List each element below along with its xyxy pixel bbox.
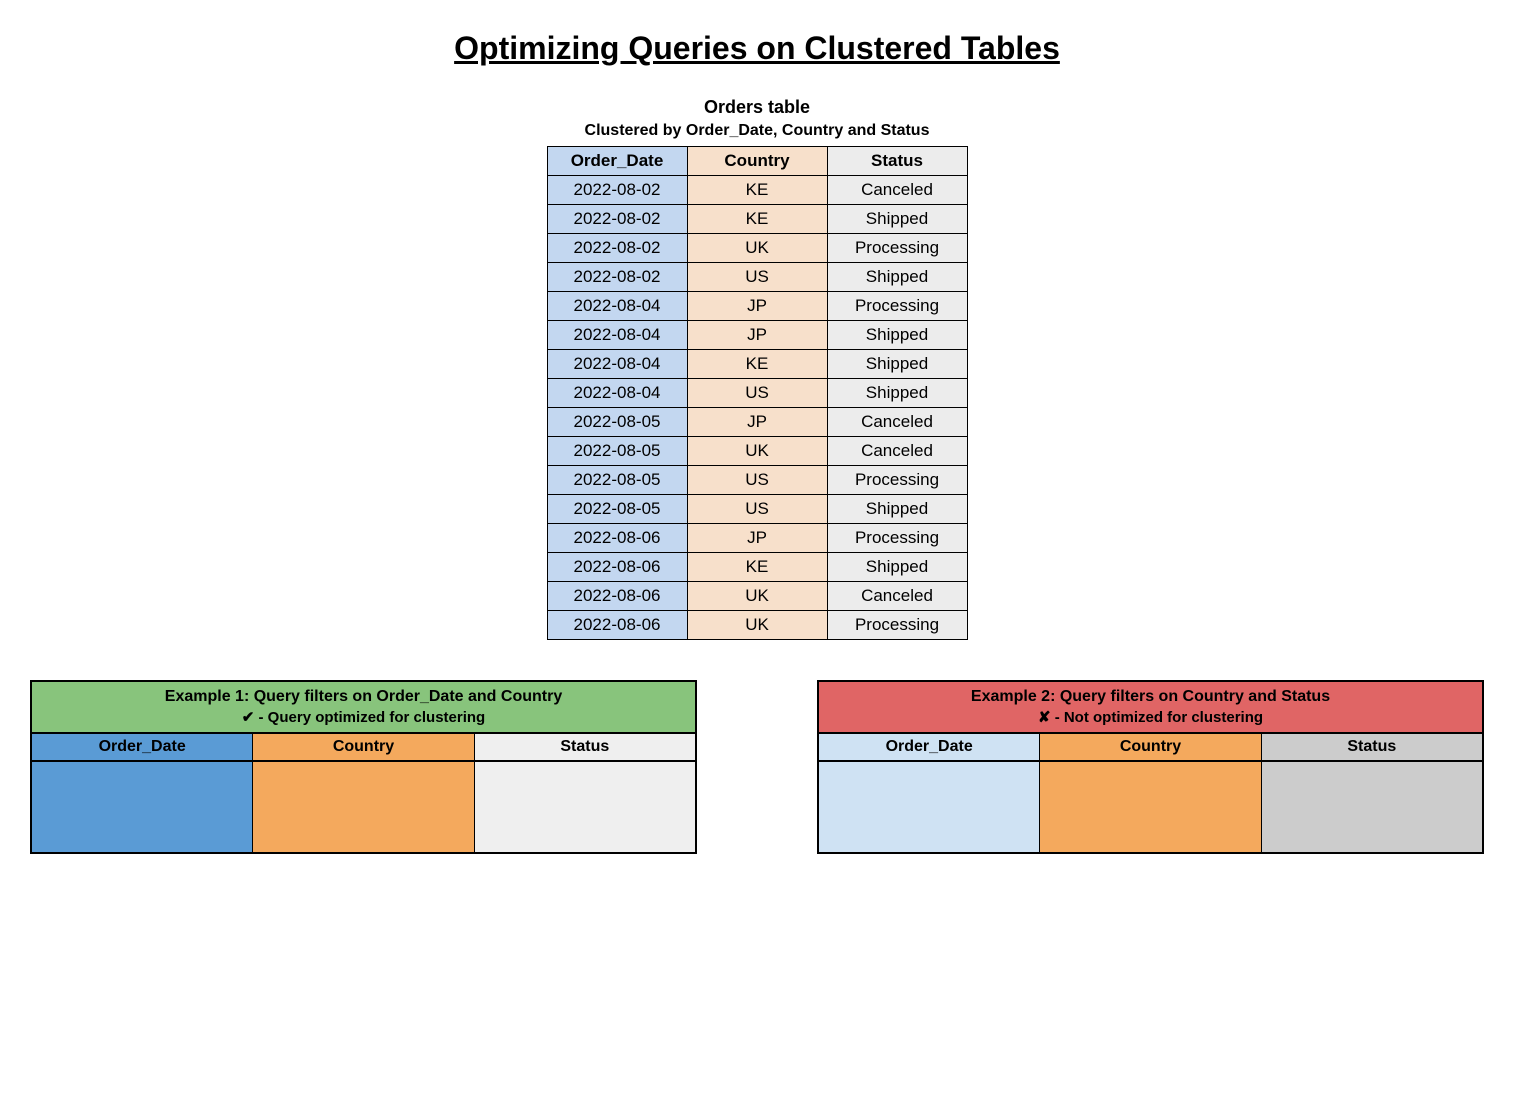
cell-date: 2022-08-06 bbox=[547, 582, 687, 611]
cell-country: UK bbox=[687, 234, 827, 263]
example-2: Example 2: Query filters on Country and … bbox=[817, 680, 1484, 854]
table-row: 2022-08-04KEShipped bbox=[547, 350, 967, 379]
cell-date: 2022-08-04 bbox=[547, 292, 687, 321]
cell-country: JP bbox=[687, 408, 827, 437]
example-2-subtitle: ✘ - Not optimized for clustering bbox=[827, 708, 1474, 726]
example-1-body-country bbox=[253, 762, 474, 852]
example-2-body-date bbox=[819, 762, 1040, 852]
cell-status: Canceled bbox=[827, 176, 967, 205]
orders-table: Order_Date Country Status 2022-08-02KECa… bbox=[547, 146, 968, 640]
cell-date: 2022-08-04 bbox=[547, 321, 687, 350]
example-1-col-country: Country bbox=[253, 734, 474, 760]
cell-country: US bbox=[687, 263, 827, 292]
example-2-col-status: Status bbox=[1262, 734, 1482, 760]
cell-status: Canceled bbox=[827, 437, 967, 466]
cell-country: KE bbox=[687, 205, 827, 234]
cell-country: KE bbox=[687, 176, 827, 205]
cell-country: KE bbox=[687, 350, 827, 379]
cell-date: 2022-08-02 bbox=[547, 205, 687, 234]
cell-status: Shipped bbox=[827, 379, 967, 408]
example-1: Example 1: Query filters on Order_Date a… bbox=[30, 680, 697, 854]
cell-date: 2022-08-06 bbox=[547, 553, 687, 582]
orders-header-date: Order_Date bbox=[547, 147, 687, 176]
cell-date: 2022-08-05 bbox=[547, 466, 687, 495]
cell-status: Processing bbox=[827, 466, 967, 495]
cell-date: 2022-08-02 bbox=[547, 263, 687, 292]
example-1-columns: Order_Date Country Status bbox=[32, 734, 695, 762]
cell-country: JP bbox=[687, 292, 827, 321]
orders-table-subtitle: Clustered by Order_Date, Country and Sta… bbox=[585, 122, 930, 140]
table-row: 2022-08-05JPCanceled bbox=[547, 408, 967, 437]
table-row: 2022-08-02KECanceled bbox=[547, 176, 967, 205]
example-2-col-country: Country bbox=[1040, 734, 1261, 760]
example-2-body bbox=[819, 762, 1482, 852]
cell-date: 2022-08-05 bbox=[547, 408, 687, 437]
example-2-body-country bbox=[1040, 762, 1261, 852]
table-row: 2022-08-05USProcessing bbox=[547, 466, 967, 495]
example-1-body bbox=[32, 762, 695, 852]
orders-header-status: Status bbox=[827, 147, 967, 176]
cell-status: Processing bbox=[827, 292, 967, 321]
example-1-col-status: Status bbox=[475, 734, 695, 760]
cell-status: Shipped bbox=[827, 350, 967, 379]
page-title: Optimizing Queries on Clustered Tables bbox=[30, 30, 1484, 67]
example-1-body-status bbox=[475, 762, 695, 852]
table-row: 2022-08-04JPProcessing bbox=[547, 292, 967, 321]
cell-country: JP bbox=[687, 321, 827, 350]
cell-date: 2022-08-02 bbox=[547, 176, 687, 205]
example-1-title: Example 1: Query filters on Order_Date a… bbox=[40, 688, 687, 706]
example-2-body-status bbox=[1262, 762, 1482, 852]
table-row: 2022-08-06JPProcessing bbox=[547, 524, 967, 553]
orders-table-section: Orders table Clustered by Order_Date, Co… bbox=[30, 97, 1484, 640]
table-row: 2022-08-02USShipped bbox=[547, 263, 967, 292]
cell-country: US bbox=[687, 466, 827, 495]
cell-country: US bbox=[687, 495, 827, 524]
example-1-body-date bbox=[32, 762, 253, 852]
cell-country: JP bbox=[687, 524, 827, 553]
example-2-title: Example 2: Query filters on Country and … bbox=[827, 688, 1474, 706]
cell-status: Processing bbox=[827, 234, 967, 263]
table-row: 2022-08-02KEShipped bbox=[547, 205, 967, 234]
cell-status: Shipped bbox=[827, 553, 967, 582]
cell-status: Shipped bbox=[827, 205, 967, 234]
table-row: 2022-08-05UKCanceled bbox=[547, 437, 967, 466]
cell-date: 2022-08-04 bbox=[547, 379, 687, 408]
example-1-subtitle: ✔ - Query optimized for clustering bbox=[40, 708, 687, 726]
orders-header-country: Country bbox=[687, 147, 827, 176]
orders-table-title: Orders table bbox=[704, 97, 810, 118]
cell-status: Canceled bbox=[827, 582, 967, 611]
cell-country: US bbox=[687, 379, 827, 408]
table-row: 2022-08-02UKProcessing bbox=[547, 234, 967, 263]
table-row: 2022-08-04JPShipped bbox=[547, 321, 967, 350]
cell-status: Shipped bbox=[827, 263, 967, 292]
cell-date: 2022-08-04 bbox=[547, 350, 687, 379]
cell-date: 2022-08-06 bbox=[547, 524, 687, 553]
example-2-header: Example 2: Query filters on Country and … bbox=[819, 682, 1482, 734]
table-row: 2022-08-06UKCanceled bbox=[547, 582, 967, 611]
cell-status: Processing bbox=[827, 524, 967, 553]
example-1-col-date: Order_Date bbox=[32, 734, 253, 760]
table-row: 2022-08-04USShipped bbox=[547, 379, 967, 408]
cell-country: KE bbox=[687, 553, 827, 582]
table-row: 2022-08-06UKProcessing bbox=[547, 611, 967, 640]
cell-date: 2022-08-02 bbox=[547, 234, 687, 263]
table-row: 2022-08-06KEShipped bbox=[547, 553, 967, 582]
cell-status: Shipped bbox=[827, 321, 967, 350]
cell-status: Canceled bbox=[827, 408, 967, 437]
cell-date: 2022-08-05 bbox=[547, 495, 687, 524]
cell-status: Processing bbox=[827, 611, 967, 640]
cell-country: UK bbox=[687, 437, 827, 466]
table-row: 2022-08-05USShipped bbox=[547, 495, 967, 524]
cell-country: UK bbox=[687, 582, 827, 611]
cell-country: UK bbox=[687, 611, 827, 640]
example-1-header: Example 1: Query filters on Order_Date a… bbox=[32, 682, 695, 734]
example-2-col-date: Order_Date bbox=[819, 734, 1040, 760]
cell-date: 2022-08-06 bbox=[547, 611, 687, 640]
cell-date: 2022-08-05 bbox=[547, 437, 687, 466]
example-2-columns: Order_Date Country Status bbox=[819, 734, 1482, 762]
examples-row: Example 1: Query filters on Order_Date a… bbox=[30, 680, 1484, 854]
cell-status: Shipped bbox=[827, 495, 967, 524]
